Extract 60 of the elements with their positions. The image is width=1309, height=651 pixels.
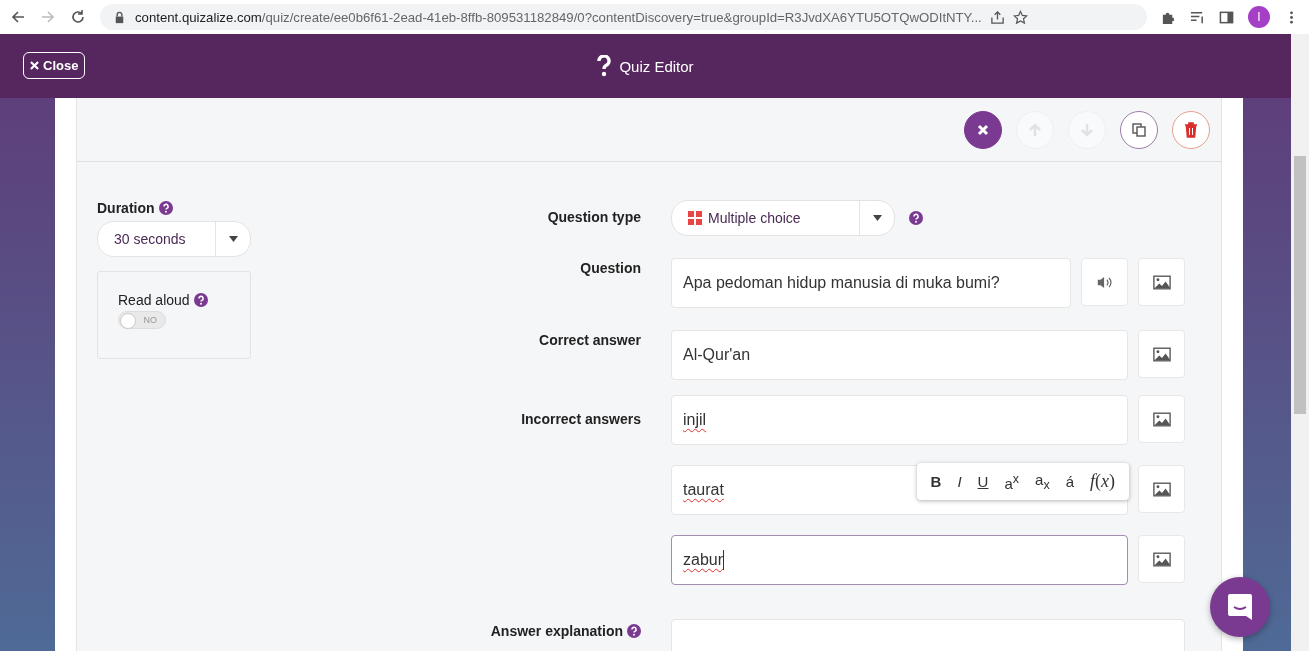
format-button[interactable]: B: [924, 465, 948, 498]
read-aloud-label: Read aloud: [118, 292, 190, 308]
help-icon[interactable]: [193, 293, 208, 307]
list-icon[interactable]: [1190, 9, 1205, 25]
scrollbar[interactable]: [1291, 34, 1309, 651]
field-label: Answer explanation: [490, 623, 623, 639]
image-icon: [1152, 481, 1171, 497]
copy-icon: [1131, 121, 1147, 138]
duration-label: Duration: [97, 200, 155, 216]
caret-icon: [228, 236, 238, 242]
image-button[interactable]: [1138, 395, 1185, 443]
arrow-down-icon: [1079, 121, 1095, 138]
image-button[interactable]: [1138, 465, 1185, 513]
format-button[interactable]: U: [971, 465, 995, 498]
format-button[interactable]: a$^{x}$: [998, 465, 1026, 498]
question-type-dropdown[interactable]: Multiple choice: [671, 200, 895, 236]
image-icon: [1152, 411, 1171, 427]
image-button[interactable]: [1138, 258, 1185, 306]
chat-icon: [1227, 593, 1253, 621]
close-icon: [30, 61, 39, 70]
field-label: Question: [580, 260, 641, 276]
answer-input[interactable]: injil: [671, 395, 1128, 445]
format-button[interactable]: f(x): [1084, 465, 1121, 498]
image-icon: [1152, 346, 1171, 362]
delete-button[interactable]: [1172, 110, 1210, 149]
field-label: Question type: [547, 209, 641, 225]
format-button[interactable]: a$_{x}$: [1029, 465, 1056, 498]
profile-avatar[interactable]: I: [1248, 6, 1270, 28]
close-button[interactable]: Close: [23, 52, 86, 79]
question-input[interactable]: Apa pedoman hidup manusia di muka bumi?: [671, 258, 1071, 308]
url-text: content.quizalize.com/quiz/create/ee0b6f61-2ead-41eb-8ffb-809531182849/0?contentDiscovery=true&groupId=R3JvdXA6YTU5OTQwODItNTY...: [135, 9, 982, 25]
duration-dropdown[interactable]: 30 seconds: [97, 221, 251, 257]
trash-icon: [1183, 121, 1199, 138]
duplicate-button[interactable]: [1120, 110, 1158, 149]
field-label: Incorrect answers: [521, 411, 641, 427]
help-icon[interactable]: [909, 211, 923, 225]
address-bar[interactable]: content.quizalize.com/quiz/create/ee0b6f61-2ead-41eb-8ffb-809531182849/0?contentDiscovery=true&groupId=R3JvdXA6YTU5OTQwODItNTY...: [100, 4, 1147, 30]
caret-icon: [872, 215, 882, 221]
close-question-button[interactable]: [964, 110, 1002, 149]
image-button[interactable]: [1138, 535, 1185, 583]
format-button[interactable]: á: [1059, 465, 1080, 498]
answer-input[interactable]: Al-Qur'an: [671, 330, 1128, 380]
help-icon[interactable]: [158, 201, 173, 215]
image-button[interactable]: [1138, 330, 1185, 378]
image-icon: [1152, 551, 1171, 567]
header-title: Quiz Editor: [619, 57, 694, 75]
arrow-up-icon: [1027, 121, 1043, 138]
format-button[interactable]: I: [951, 465, 968, 498]
audio-button[interactable]: [1081, 258, 1128, 306]
star-icon[interactable]: [1012, 9, 1028, 25]
question-mark-icon: [597, 55, 612, 77]
share-icon[interactable]: [989, 9, 1005, 25]
help-icon[interactable]: [627, 624, 641, 638]
field-label: Correct answer: [539, 332, 641, 348]
grid-icon: [688, 211, 702, 225]
reload-icon[interactable]: [70, 9, 86, 25]
image-icon: [1152, 274, 1171, 290]
back-icon[interactable]: [10, 9, 26, 25]
side-panel-icon[interactable]: [1219, 9, 1234, 25]
answer-input[interactable]: zabur: [671, 535, 1128, 585]
